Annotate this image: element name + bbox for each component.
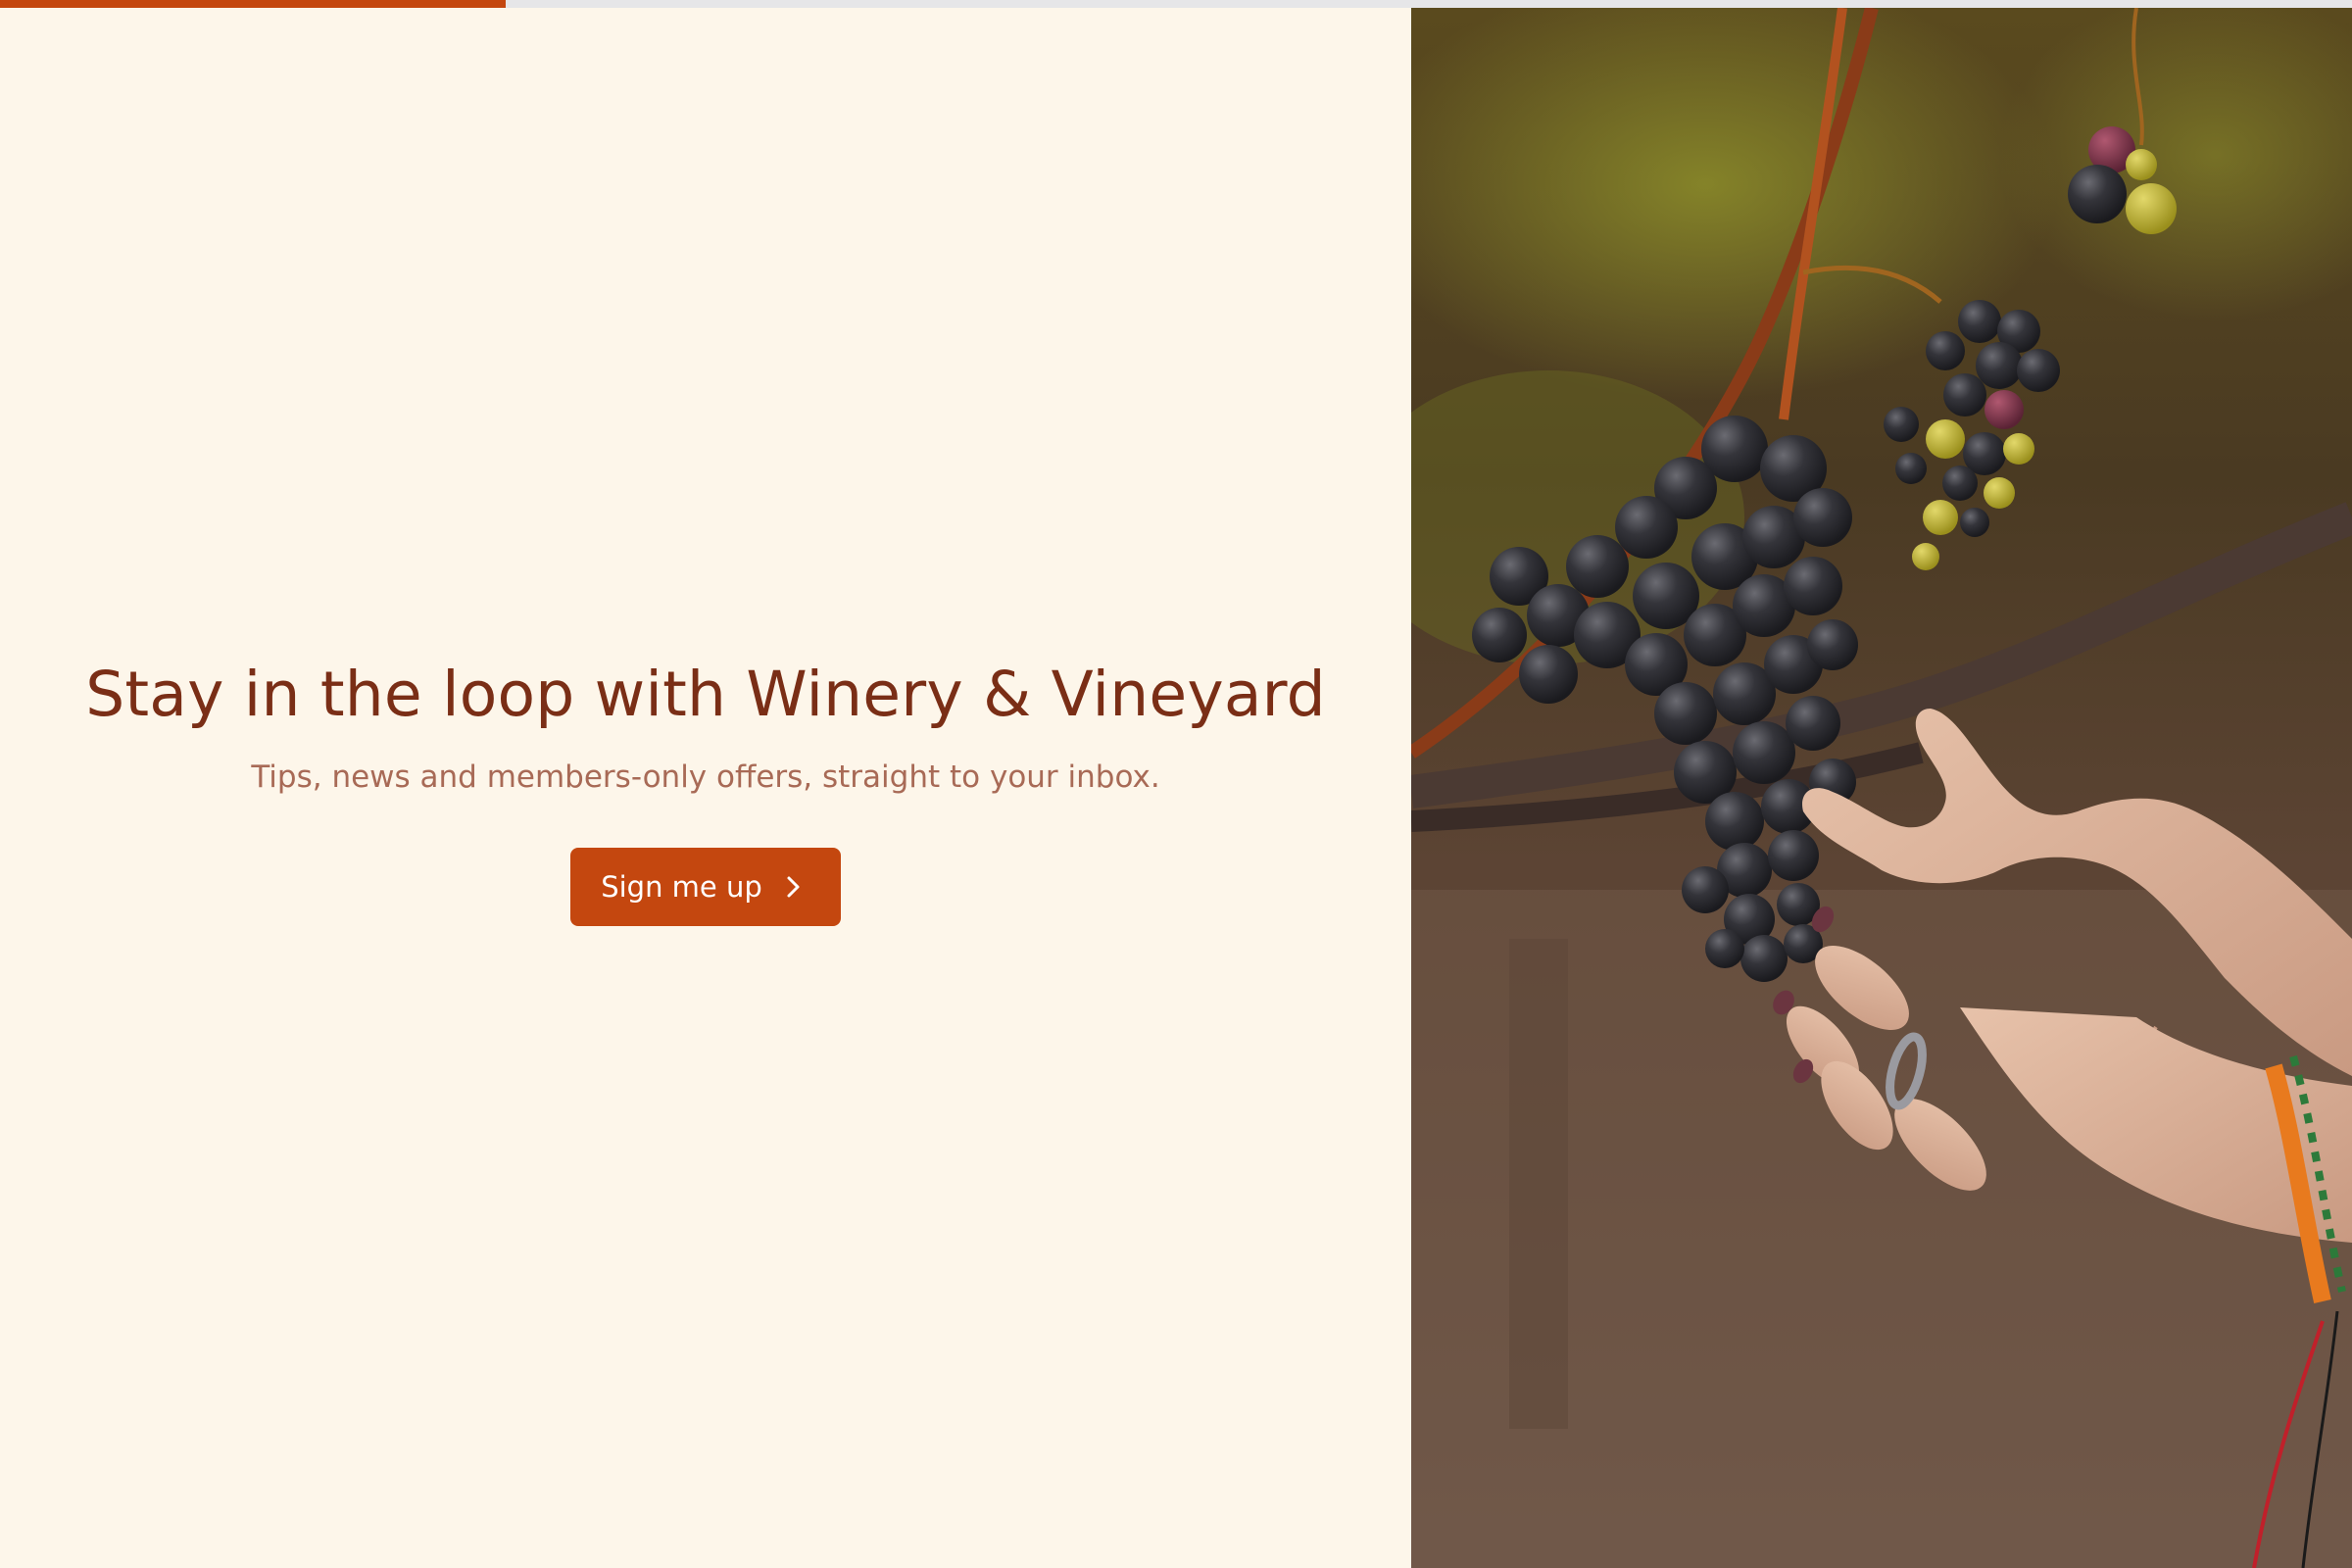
sign-me-up-label: Sign me up [601, 869, 762, 904]
chevron-right-icon [784, 874, 804, 900]
signup-content: Stay in the loop with Winery & Vineyard … [85, 658, 1326, 926]
page-subtitle: Tips, news and members-only offers, stra… [251, 759, 1160, 795]
signup-panel: Stay in the loop with Winery & Vineyard … [0, 8, 1411, 1568]
page-title: Stay in the loop with Winery & Vineyard [85, 659, 1326, 731]
hero-image [1411, 8, 2352, 1568]
progress-fill [0, 0, 506, 8]
progress-bar [0, 0, 2352, 8]
sign-me-up-button[interactable]: Sign me up [570, 847, 841, 926]
